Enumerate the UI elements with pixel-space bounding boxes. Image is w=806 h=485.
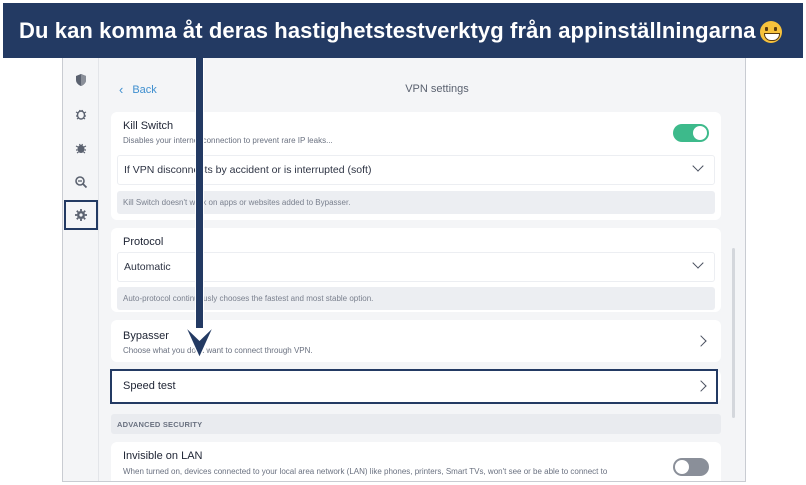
protocol-title: Protocol — [123, 236, 164, 248]
kill-switch-toggle[interactable] — [673, 124, 709, 142]
advanced-security-header: ADVANCED SECURITY — [111, 414, 721, 434]
bypasser-subtitle: Choose what you don't want to connect th… — [123, 346, 313, 355]
kill-switch-note: Kill Switch doesn't work on apps or webs… — [117, 191, 715, 214]
settings-nav-item[interactable] — [64, 200, 98, 230]
scrollbar[interactable] — [732, 248, 735, 418]
invisible-lan-subtitle: When turned on, devices connected to you… — [123, 467, 608, 476]
kill-switch-mode-dropdown[interactable]: If VPN disconnects by accident or is int… — [117, 155, 715, 185]
invisible-lan-toggle[interactable] — [673, 458, 709, 476]
gear-icon — [75, 209, 87, 221]
bug-alert-icon[interactable] — [71, 104, 91, 124]
sidebar — [63, 58, 99, 481]
app-window: ‹ Back VPN settings Kill Switch Disables… — [62, 58, 746, 482]
chevron-right-icon — [695, 335, 707, 347]
bypasser-title: Bypasser — [123, 330, 169, 342]
speed-test-highlight-box — [110, 369, 718, 404]
kill-switch-mode-value: If VPN disconnects by accident or is int… — [124, 164, 372, 176]
chevron-down-icon — [692, 257, 704, 269]
invisible-lan-card: Invisible on LAN When turned on, devices… — [111, 442, 721, 481]
kill-switch-title: Kill Switch — [123, 120, 174, 132]
caption-banner: Du kan komma åt deras hastighetstestverk… — [3, 3, 803, 58]
banner-text: Du kan komma åt deras hastighetstestverk… — [19, 17, 756, 43]
annotation-arrow-shaft — [195, 58, 204, 328]
protocol-dropdown[interactable]: Automatic — [117, 252, 715, 282]
kill-switch-subtitle: Disables your internet connection to pre… — [123, 136, 333, 145]
chevron-down-icon — [692, 160, 704, 172]
annotation-arrow-head-icon — [184, 325, 215, 360]
shield-icon[interactable] — [71, 70, 91, 90]
bug-icon[interactable] — [71, 138, 91, 158]
grinning-face-icon — [759, 20, 782, 43]
search-minus-icon[interactable] — [71, 172, 91, 192]
protocol-note: Auto-protocol continuously chooses the f… — [117, 287, 715, 310]
invisible-lan-title: Invisible on LAN — [123, 450, 203, 462]
protocol-value: Automatic — [124, 261, 171, 273]
